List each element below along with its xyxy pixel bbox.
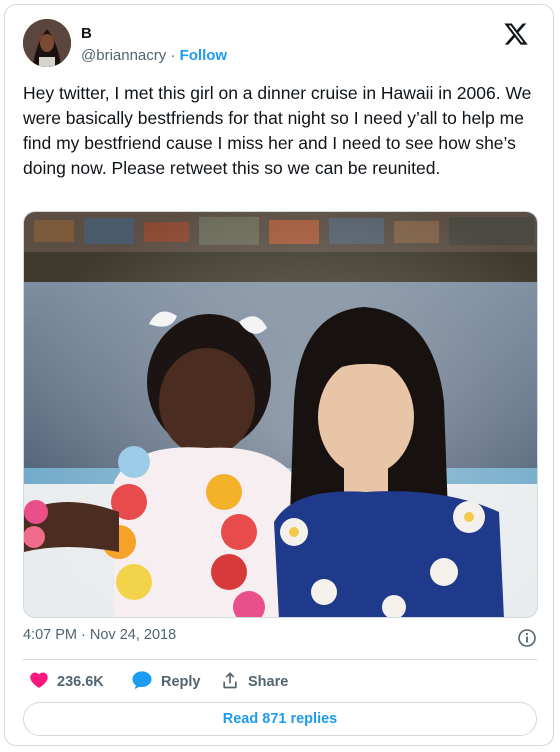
share-icon bbox=[220, 670, 240, 694]
like-button[interactable]: 236.6K bbox=[29, 669, 104, 695]
tweet-photo[interactable] bbox=[23, 211, 538, 618]
reply-button[interactable]: Reply bbox=[131, 669, 201, 695]
x-logo-icon[interactable] bbox=[503, 21, 531, 49]
tweet-header: B @briannacry · Follow bbox=[23, 19, 539, 75]
read-replies-button[interactable]: Read 871 replies bbox=[23, 702, 537, 736]
separator-dot: · bbox=[170, 47, 176, 64]
heart-icon bbox=[29, 670, 49, 694]
follow-button[interactable]: Follow bbox=[180, 47, 228, 64]
tweet-card: B @briannacry · Follow Hey twitter, I me… bbox=[4, 4, 554, 746]
author-handle-row: @briannacry · Follow bbox=[81, 47, 227, 64]
author-display-name[interactable]: B bbox=[81, 25, 92, 42]
tweet-text: Hey twitter, I met this girl on a dinner… bbox=[23, 83, 532, 178]
reply-bubble-icon bbox=[131, 670, 153, 694]
like-count: 236.6K bbox=[57, 674, 104, 690]
author-handle[interactable]: @briannacry bbox=[81, 47, 166, 64]
share-label: Share bbox=[248, 674, 289, 690]
divider bbox=[23, 659, 537, 660]
reply-label: Reply bbox=[161, 674, 201, 690]
tweet-actions: 236.6K Reply Share bbox=[23, 669, 537, 695]
info-icon[interactable] bbox=[517, 628, 537, 648]
tweet-timestamp[interactable]: 4:07 PM · Nov 24, 2018 bbox=[23, 627, 176, 643]
avatar[interactable] bbox=[23, 19, 71, 67]
share-button[interactable]: Share bbox=[220, 669, 288, 695]
tweet-meta: 4:07 PM · Nov 24, 2018 bbox=[23, 627, 537, 651]
